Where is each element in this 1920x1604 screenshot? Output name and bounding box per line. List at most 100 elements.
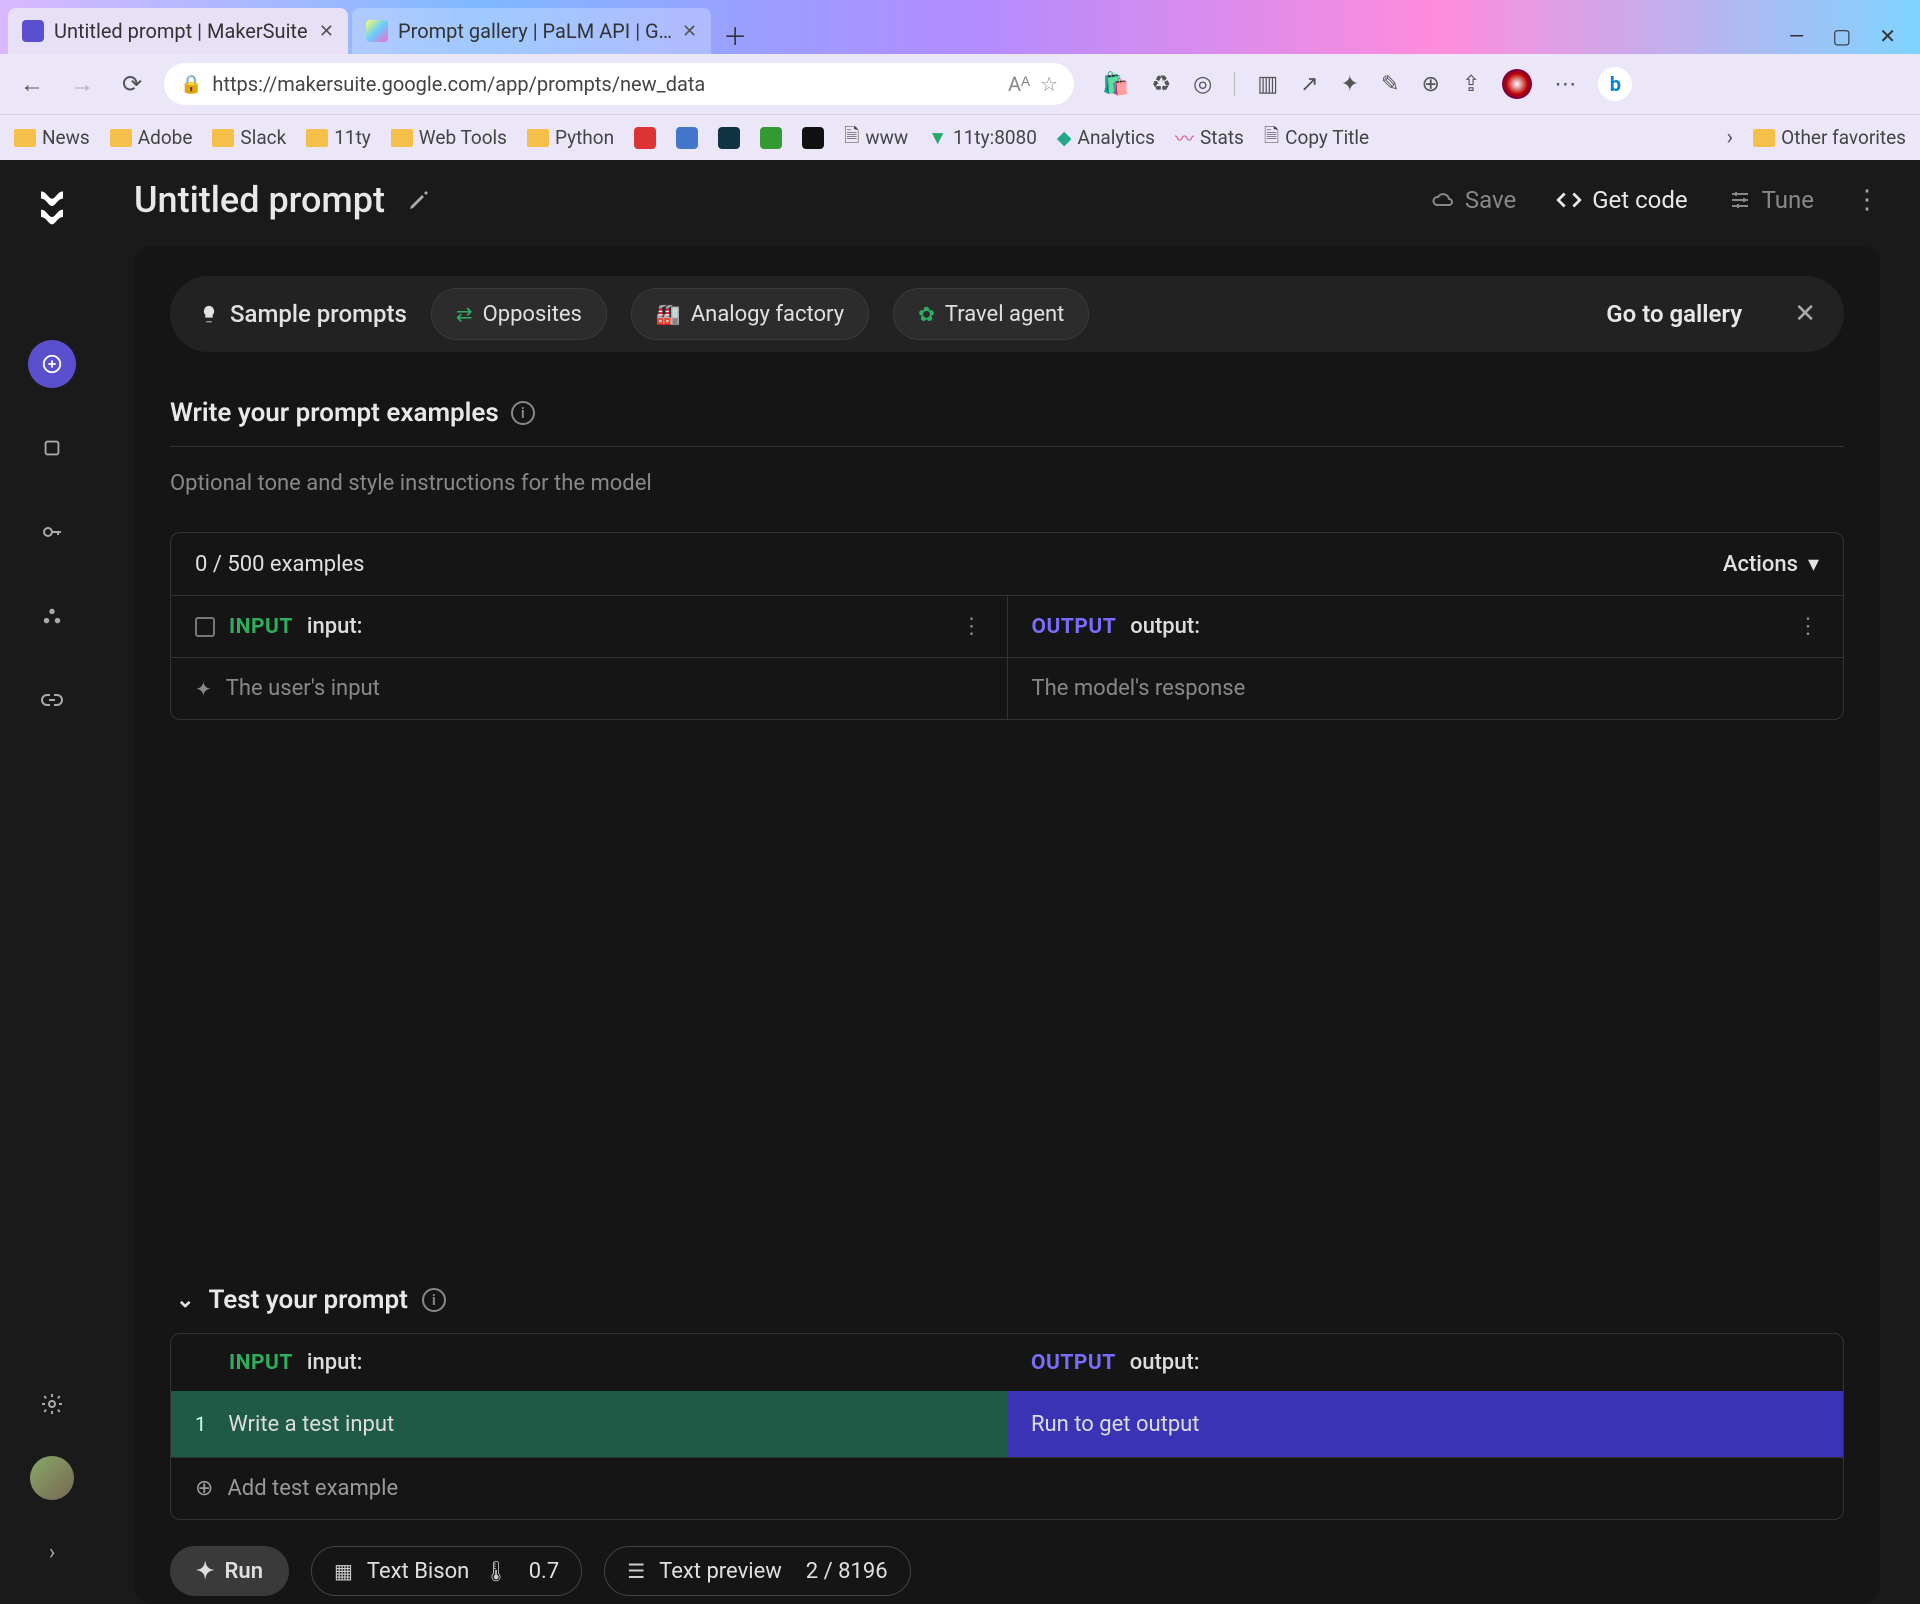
bookmark-iconly[interactable] bbox=[802, 127, 824, 149]
back-button[interactable]: ← bbox=[14, 66, 50, 102]
input-col-menu-icon[interactable]: ⋮ bbox=[961, 614, 983, 639]
edit-title-button[interactable] bbox=[407, 188, 431, 212]
bookmark-slack[interactable]: Slack bbox=[212, 126, 286, 149]
run-button[interactable]: ✦ Run bbox=[170, 1546, 289, 1596]
forward-button[interactable]: → bbox=[64, 66, 100, 102]
bookmark-iconly[interactable] bbox=[760, 127, 782, 149]
bookmark-stats[interactable]: 〰Stats bbox=[1175, 124, 1244, 151]
possum-icon: ▼ bbox=[928, 126, 947, 150]
sidebar-icon[interactable]: ▥ bbox=[1257, 72, 1278, 97]
test-output-cell[interactable]: Run to get output bbox=[1007, 1391, 1843, 1457]
go-to-gallery-link[interactable]: Go to gallery bbox=[1606, 300, 1742, 328]
bookmark-11ty[interactable]: 11ty bbox=[306, 126, 371, 149]
test-table: INPUT input: OUTPUT output: 1 Write a te… bbox=[170, 1333, 1844, 1458]
bookmark-www[interactable]: 🗎www bbox=[844, 122, 908, 154]
input-col-name[interactable]: input: bbox=[307, 614, 363, 639]
tab-close-icon[interactable]: ✕ bbox=[682, 21, 697, 42]
bookmark-webtools[interactable]: Web Tools bbox=[391, 126, 507, 149]
chip-icon: ▦ bbox=[334, 1559, 353, 1583]
tune-label: Tune bbox=[1762, 186, 1814, 214]
sidebar-settings-button[interactable] bbox=[28, 1380, 76, 1428]
extensions-icon[interactable]: ✦ bbox=[1341, 72, 1359, 97]
bookmark-python[interactable]: Python bbox=[527, 126, 614, 149]
window-close-icon[interactable]: ✕ bbox=[1879, 24, 1896, 48]
bookmark-copytitle[interactable]: 🗎Copy Title bbox=[1264, 122, 1369, 154]
makersuite-logo-icon[interactable] bbox=[30, 184, 74, 228]
bing-icon[interactable]: b bbox=[1598, 67, 1632, 101]
sample-chip-opposites[interactable]: ⇄Opposites bbox=[431, 288, 607, 340]
output-col-name[interactable]: output: bbox=[1130, 614, 1200, 639]
collections-icon[interactable]: ⊕ bbox=[1421, 72, 1439, 97]
chevron-down-icon: ⌄ bbox=[176, 1288, 194, 1313]
bookmark-iconly[interactable] bbox=[634, 127, 656, 149]
output-col-menu-icon[interactable]: ⋮ bbox=[1797, 614, 1819, 639]
share-icon[interactable]: ⇪ bbox=[1462, 72, 1480, 97]
profile-avatar-icon[interactable] bbox=[1502, 69, 1532, 99]
info-icon[interactable]: i bbox=[422, 1288, 446, 1312]
browser-tab-inactive[interactable]: Prompt gallery | PaLM API | G… ✕ bbox=[352, 8, 711, 54]
save-button[interactable]: Save bbox=[1431, 186, 1516, 214]
tune-button[interactable]: Tune bbox=[1728, 186, 1814, 214]
sidebar-create-button[interactable] bbox=[28, 340, 76, 388]
test-header-row: INPUT input: OUTPUT output: bbox=[171, 1334, 1843, 1391]
model-selector[interactable]: ▦ Text Bison 🌡 0.7 bbox=[311, 1546, 582, 1596]
test-section-heading[interactable]: ⌄ Test your prompt i bbox=[170, 1285, 1844, 1315]
bookmark-11ty8080[interactable]: ▼11ty:8080 bbox=[928, 126, 1037, 150]
tone-instructions-input[interactable]: Optional tone and style instructions for… bbox=[170, 471, 1844, 496]
sidebar-collapse-button[interactable]: › bbox=[28, 1528, 76, 1576]
shopping-icon[interactable]: 🛍️ bbox=[1102, 72, 1129, 97]
output-cell[interactable]: The model's response bbox=[1008, 658, 1844, 719]
actions-dropdown[interactable]: Actions ▾ bbox=[1723, 552, 1819, 577]
tune-icon bbox=[1728, 188, 1752, 212]
more-icon[interactable]: ⋯ bbox=[1554, 72, 1576, 97]
sidebar-key-button[interactable] bbox=[28, 508, 76, 556]
sidebar-link-button[interactable] bbox=[28, 676, 76, 724]
url-bar[interactable]: 🔒 https://makersuite.google.com/app/prom… bbox=[164, 63, 1074, 105]
reader-icon[interactable]: Aᴬ bbox=[1008, 72, 1030, 97]
sample-chip-analogy[interactable]: 🏭Analogy factory bbox=[631, 288, 869, 340]
input-cell[interactable]: ✦ The user's input bbox=[171, 658, 1008, 719]
app-sidebar: › bbox=[0, 160, 104, 1604]
sidebar-library-button[interactable] bbox=[28, 424, 76, 472]
example-row-empty[interactable]: ✦ The user's input The model's response bbox=[171, 657, 1843, 719]
bookmark-adobe[interactable]: Adobe bbox=[110, 126, 193, 149]
save-label: Save bbox=[1465, 186, 1516, 214]
bookmarks-overflow-icon[interactable]: › bbox=[1727, 125, 1734, 150]
add-test-example-button[interactable]: ⊕ Add test example bbox=[170, 1458, 1844, 1520]
sidebar-people-button[interactable] bbox=[28, 592, 76, 640]
window-maximize-icon[interactable]: ▢ bbox=[1832, 24, 1851, 48]
target-icon[interactable]: ◎ bbox=[1193, 72, 1212, 97]
bookmark-other[interactable]: Other favorites bbox=[1753, 126, 1906, 149]
overflow-menu-button[interactable]: ⋮ bbox=[1854, 185, 1880, 215]
refresh-button[interactable]: ⟳ bbox=[114, 66, 150, 102]
new-tab-button[interactable]: ＋ bbox=[715, 14, 755, 54]
input-label: INPUT bbox=[229, 615, 293, 639]
examples-column-header-row: INPUT input: ⋮ OUTPUT output: ⋮ bbox=[171, 595, 1843, 657]
bookmark-iconly[interactable] bbox=[676, 127, 698, 149]
bookmark-label: Other favorites bbox=[1781, 126, 1906, 149]
favorite-icon[interactable]: ☆ bbox=[1040, 72, 1058, 96]
bookmark-iconly[interactable] bbox=[718, 127, 740, 149]
recycle-icon[interactable]: ♻ bbox=[1151, 72, 1171, 97]
bookmark-news[interactable]: News bbox=[14, 126, 90, 149]
arrow-icon[interactable]: ↗ bbox=[1300, 72, 1318, 97]
select-all-checkbox[interactable] bbox=[195, 617, 215, 637]
test-input-cell[interactable]: 1 Write a test input bbox=[171, 1391, 1007, 1457]
close-samples-button[interactable]: ✕ bbox=[1794, 299, 1816, 329]
bookmark-analytics[interactable]: ◆Analytics bbox=[1057, 126, 1155, 149]
get-code-button[interactable]: Get code bbox=[1556, 186, 1687, 214]
examples-count: 0 / 500 examples bbox=[195, 552, 364, 577]
tab-close-icon[interactable]: ✕ bbox=[319, 21, 334, 42]
browser-tab-active[interactable]: Untitled prompt | MakerSuite ✕ bbox=[8, 8, 348, 54]
bookmark-icon bbox=[676, 127, 698, 149]
user-avatar[interactable] bbox=[30, 1456, 74, 1500]
info-icon[interactable]: i bbox=[511, 401, 535, 425]
sparkle-icon: ✦ bbox=[195, 677, 212, 701]
edit-icon[interactable]: ✎ bbox=[1381, 72, 1399, 97]
window-minimize-icon[interactable]: — bbox=[1789, 24, 1805, 48]
folder-icon bbox=[527, 129, 549, 147]
examples-table: 0 / 500 examples Actions ▾ INPUT input: … bbox=[170, 532, 1844, 720]
sample-chip-travel[interactable]: ✿Travel agent bbox=[893, 288, 1089, 340]
preview-selector[interactable]: ☰ Text preview 2 / 8196 bbox=[604, 1546, 910, 1596]
bookmark-label: Adobe bbox=[138, 126, 193, 149]
